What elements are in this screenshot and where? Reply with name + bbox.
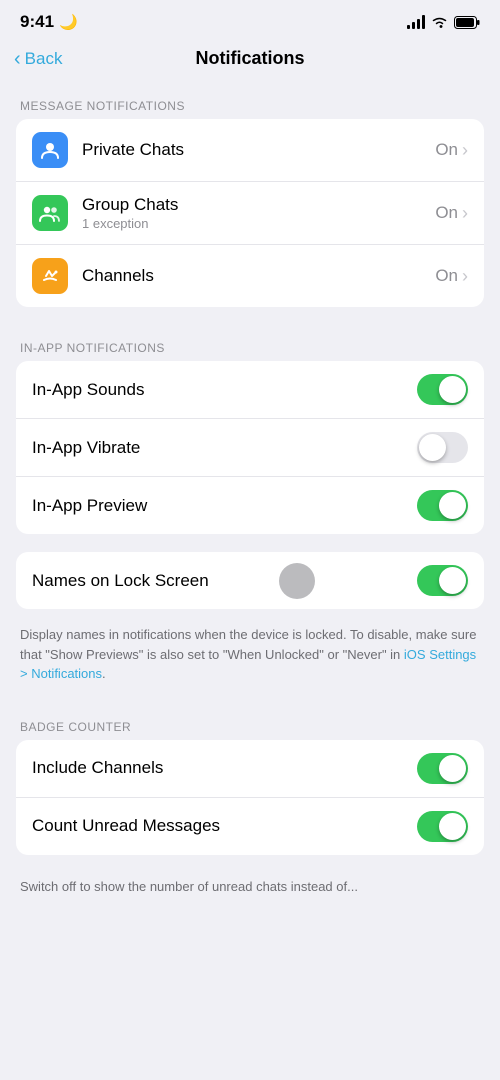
private-chats-status: On › [435, 140, 468, 161]
in-app-preview-label: In-App Preview [32, 496, 417, 516]
badge-counter-card: Include Channels Count Unread Messages [16, 740, 484, 855]
channels-content: Channels [82, 266, 435, 286]
group-chats-label: Group Chats [82, 195, 435, 215]
message-notifications-card: Private Chats On › Group Chats 1 excepti… [16, 119, 484, 307]
count-unread-toggle[interactable] [417, 811, 468, 842]
group-chats-content: Group Chats 1 exception [82, 195, 435, 231]
in-app-vibrate-toggle[interactable] [417, 432, 468, 463]
back-chevron-icon: ‹ [14, 49, 21, 69]
private-chats-icon [32, 132, 68, 168]
channels-icon [32, 258, 68, 294]
status-bar: 9:41 🌙 [0, 0, 500, 38]
toggle-knob [439, 813, 466, 840]
lock-screen-item: Names on Lock Screen [16, 552, 484, 609]
status-time: 9:41 🌙 [20, 12, 78, 32]
private-chats-content: Private Chats [82, 140, 435, 160]
toggle-knob [439, 376, 466, 403]
in-app-preview-toggle[interactable] [417, 490, 468, 521]
private-chats-label: Private Chats [82, 140, 435, 160]
group-chats-icon [32, 195, 68, 231]
list-item: In-App Preview [16, 477, 484, 534]
lock-screen-content: Names on Lock Screen [32, 571, 417, 591]
lock-screen-label: Names on Lock Screen [32, 571, 417, 591]
page-title: Notifications [195, 48, 304, 69]
group-chats-status: On › [435, 203, 468, 224]
include-channels-label: Include Channels [32, 758, 417, 778]
group-chats-subtitle: 1 exception [82, 216, 435, 231]
status-icons [407, 15, 480, 29]
count-unread-label: Count Unread Messages [32, 816, 417, 836]
chevron-right-icon: › [462, 266, 468, 287]
list-item[interactable]: Private Chats On › [16, 119, 484, 182]
list-item: In-App Vibrate [16, 419, 484, 477]
in-app-preview-content: In-App Preview [32, 496, 417, 516]
in-app-sounds-content: In-App Sounds [32, 380, 417, 400]
drag-handle [279, 563, 315, 599]
list-item[interactable]: Group Chats 1 exception On › [16, 182, 484, 245]
include-channels-content: Include Channels [32, 758, 417, 778]
include-channels-toggle[interactable] [417, 753, 468, 784]
time-display: 9:41 [20, 12, 54, 32]
chevron-right-icon: › [462, 203, 468, 224]
channels-label: Channels [82, 266, 435, 286]
in-app-vibrate-label: In-App Vibrate [32, 438, 417, 458]
back-button[interactable]: ‹ Back [14, 49, 62, 69]
in-app-notifications-card: In-App Sounds In-App Vibrate In-App Prev… [16, 361, 484, 534]
channels-status: On › [435, 266, 468, 287]
lock-screen-card: Names on Lock Screen [16, 552, 484, 609]
in-app-sounds-label: In-App Sounds [32, 380, 417, 400]
list-item[interactable]: Channels On › [16, 245, 484, 307]
in-app-notifications-section-header: IN-APP NOTIFICATIONS [0, 325, 500, 361]
page-header: ‹ Back Notifications [0, 38, 500, 83]
lock-screen-toggle[interactable] [417, 565, 468, 596]
wifi-icon [431, 16, 448, 29]
lock-screen-description: Display names in notifications when the … [0, 617, 500, 704]
toggle-knob [419, 434, 446, 461]
count-unread-content: Count Unread Messages [32, 816, 417, 836]
list-item: Include Channels [16, 740, 484, 798]
chevron-right-icon: › [462, 140, 468, 161]
toggle-knob [439, 567, 466, 594]
back-label: Back [25, 49, 63, 69]
message-notifications-section-header: MESSAGE NOTIFICATIONS [0, 83, 500, 119]
in-app-vibrate-content: In-App Vibrate [32, 438, 417, 458]
battery-icon [454, 16, 480, 29]
moon-icon: 🌙 [59, 13, 78, 31]
bottom-note: Switch off to show the number of unread … [0, 873, 500, 907]
in-app-sounds-toggle[interactable] [417, 374, 468, 405]
list-item: Count Unread Messages [16, 798, 484, 855]
signal-icon [407, 15, 425, 29]
badge-counter-section-header: BADGE COUNTER [0, 704, 500, 740]
toggle-knob [439, 492, 466, 519]
toggle-knob [439, 755, 466, 782]
list-item: In-App Sounds [16, 361, 484, 419]
